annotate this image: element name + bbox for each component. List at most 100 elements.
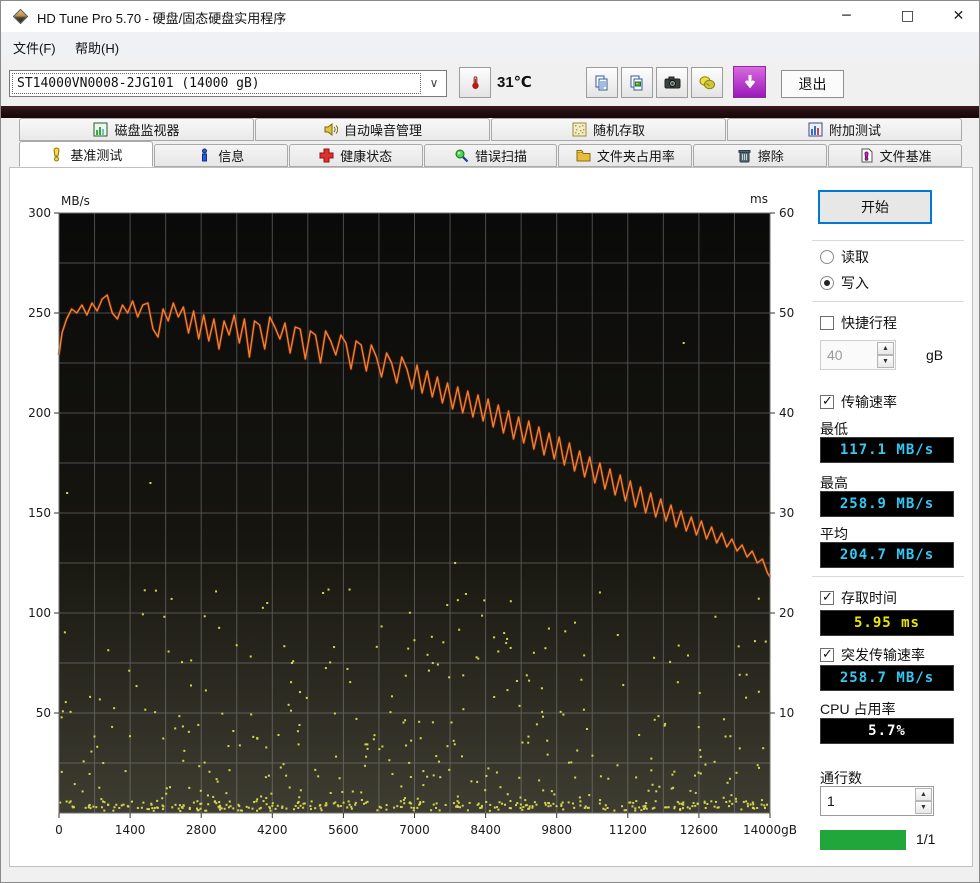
save-results-button[interactable] (691, 67, 723, 98)
svg-text:4200: 4200 (257, 823, 288, 837)
svg-text:150: 150 (28, 506, 51, 520)
menu-file[interactable]: 文件(F) (7, 36, 62, 59)
tab-disk-monitor[interactable]: 磁盘监视器 (19, 118, 254, 141)
x-axis: 0140028004200560070008400980011200126001… (55, 813, 797, 837)
download-button[interactable] (733, 66, 766, 98)
exit-button[interactable]: 退出 (781, 70, 844, 98)
menu-bar: 文件(F) 帮助(H) (1, 32, 979, 57)
tab-health[interactable]: 健康状态 (289, 144, 423, 167)
spin-down-icon[interactable]: ▼ (877, 355, 894, 368)
tab-folder-usage[interactable]: 文件夹占用率 (558, 144, 692, 167)
magnifier-icon (454, 148, 469, 163)
svg-text:ms: ms (750, 192, 768, 206)
passes-label: 通行数 (820, 768, 862, 788)
cpu-usage-display: 5.7% (820, 718, 954, 744)
svg-text:60: 60 (779, 206, 794, 220)
short-stroke-row[interactable]: 快捷行程 (820, 314, 897, 332)
tab-erase[interactable]: 擦除 (693, 144, 827, 167)
spinner-arrows[interactable]: ▲▼ (915, 788, 932, 814)
speaker-icon (323, 122, 338, 137)
app-logo-icon (13, 9, 29, 25)
unit-label: gB (926, 347, 943, 363)
transfer-rate-row[interactable]: 传输速率 (820, 393, 897, 411)
menu-help[interactable]: 帮助(H) (69, 36, 125, 59)
tab-label: 文件基准 (880, 146, 932, 165)
spin-up-icon[interactable]: ▲ (877, 342, 894, 355)
tab-label: 随机存取 (593, 120, 645, 139)
folder-icon (576, 148, 591, 163)
temperature-button[interactable] (459, 67, 491, 98)
spin-down-icon[interactable]: ▼ (915, 801, 932, 814)
tab-file-benchmark[interactable]: 文件基准 (828, 144, 962, 167)
progress-fraction: 1/1 (916, 831, 935, 847)
minimize-button[interactable]: ─ (824, 1, 869, 32)
svg-text:5600: 5600 (328, 823, 359, 837)
close-button[interactable]: ✕ (936, 1, 980, 32)
start-button[interactable]: 开始 (818, 190, 932, 224)
read-radio[interactable] (820, 250, 834, 264)
info-icon (197, 148, 212, 163)
transfer-rate-label: 传输速率 (841, 392, 897, 412)
svg-text:0: 0 (55, 823, 63, 837)
divider (812, 301, 964, 302)
min-value-display: 117.1 MB/s (820, 437, 954, 463)
file-benchmark-icon (859, 148, 874, 163)
extra-tests-icon (808, 122, 823, 137)
download-arrow-icon (741, 73, 759, 91)
svg-text:10: 10 (779, 706, 794, 720)
tab-row-bottom: 基准测试 信息 健康状态 错误扫描 (19, 141, 963, 167)
svg-text:8400: 8400 (470, 823, 501, 837)
tab-label: 基准测试 (70, 145, 122, 164)
tab-benchmark[interactable]: 基准测试 (19, 141, 153, 167)
access-time-label: 存取时间 (841, 588, 897, 608)
copy-image-button[interactable] (621, 67, 653, 98)
passes-value: 1 (827, 793, 835, 809)
drive-select-dropdown[interactable]: ST14000VN0008-2JG101 (14000 gB) ∨ (9, 70, 447, 97)
tab-label: 磁盘监视器 (114, 120, 179, 139)
screenshot-button[interactable] (656, 67, 688, 98)
passes-spinner[interactable]: 1 ▲▼ (820, 786, 934, 816)
benchmark-panel: 30025020015010050MB/s605040302010ms01400… (9, 167, 973, 867)
svg-text:14000gB: 14000gB (743, 823, 797, 837)
svg-text:7000: 7000 (399, 823, 430, 837)
divider (812, 240, 964, 241)
tab-label: 健康状态 (340, 146, 392, 165)
max-label: 最高 (820, 473, 848, 493)
burst-rate-checkbox[interactable] (820, 648, 834, 662)
read-radio-row[interactable]: 读取 (820, 248, 869, 266)
short-stroke-spinner[interactable]: 40 ▲▼ (820, 340, 896, 370)
tab-error-scan[interactable]: 错误扫描 (424, 144, 558, 167)
spinner-arrows[interactable]: ▲▼ (877, 342, 894, 368)
write-radio-row[interactable]: 写入 (820, 274, 869, 292)
copy-text-button[interactable] (586, 67, 618, 98)
separator-strip (1, 106, 979, 118)
access-time-row[interactable]: 存取时间 (820, 589, 897, 607)
max-value-display: 258.9 MB/s (820, 491, 954, 517)
burst-rate-label: 突发传输速率 (841, 645, 925, 665)
svg-text:50: 50 (36, 706, 51, 720)
write-radio[interactable] (820, 276, 834, 290)
maximize-button[interactable]: □ (885, 1, 930, 32)
short-stroke-value: 40 (827, 347, 843, 363)
transfer-rate-checkbox[interactable] (820, 395, 834, 409)
temperature-value: 31℃ (497, 73, 532, 91)
svg-text:9800: 9800 (541, 823, 572, 837)
avg-label: 平均 (820, 524, 848, 544)
spin-up-icon[interactable]: ▲ (915, 788, 932, 801)
progress-bar (820, 830, 906, 850)
svg-text:100: 100 (28, 606, 51, 620)
tab-label: 信息 (218, 146, 244, 165)
short-stroke-checkbox[interactable] (820, 316, 834, 330)
chevron-down-icon: ∨ (424, 73, 444, 94)
tab-random-access[interactable]: 随机存取 (491, 118, 726, 141)
svg-text:20: 20 (779, 606, 794, 620)
svg-text:MB/s: MB/s (61, 194, 90, 208)
tab-info[interactable]: 信息 (154, 144, 288, 167)
window-title: HD Tune Pro 5.70 - 硬盘/固态硬盘实用程序 (37, 8, 286, 27)
burst-rate-row[interactable]: 突发传输速率 (820, 646, 925, 664)
access-time-checkbox[interactable] (820, 591, 834, 605)
tab-aam[interactable]: 自动噪音管理 (255, 118, 490, 141)
svg-text:1400: 1400 (115, 823, 146, 837)
tab-extra-tests[interactable]: 附加测试 (727, 118, 962, 141)
short-stroke-label: 快捷行程 (841, 313, 897, 333)
